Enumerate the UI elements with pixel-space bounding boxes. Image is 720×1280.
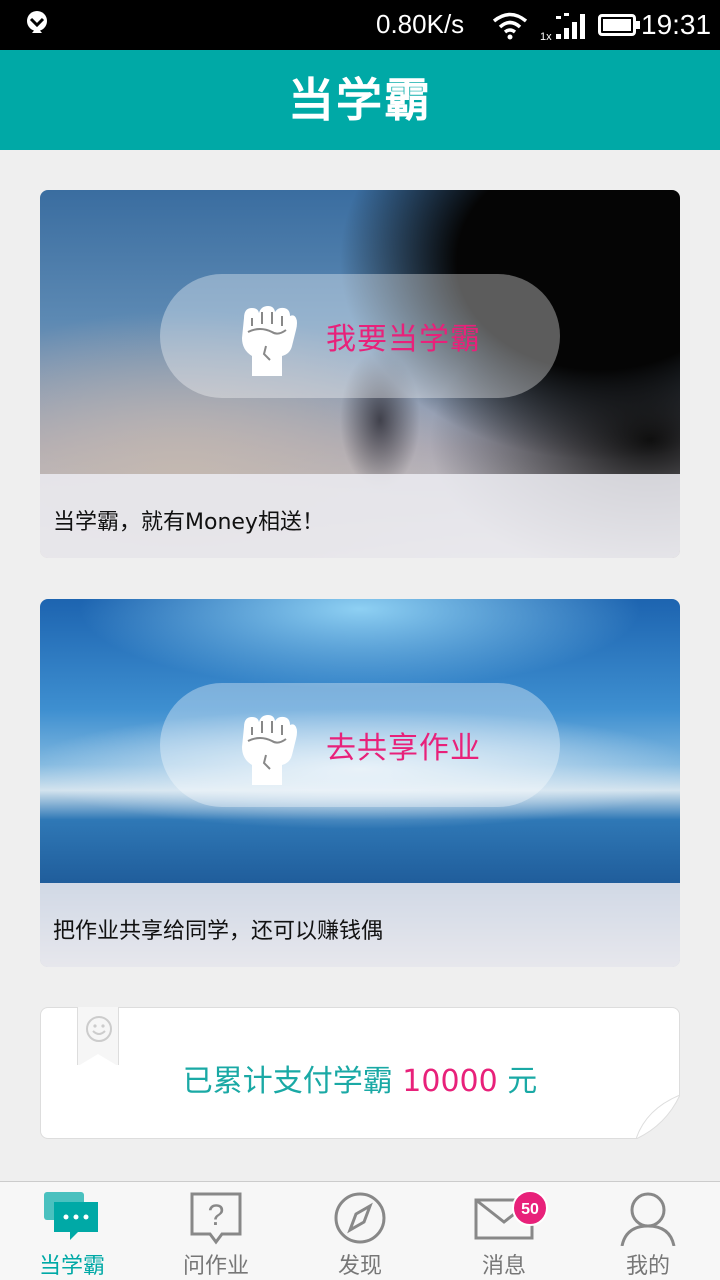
share-homework-button[interactable]: 去共享作业 xyxy=(160,683,560,807)
become-top-student-button[interactable]: 我要当学霸 xyxy=(160,274,560,398)
bottom-tab-bar: 当学霸 ? 问作业 发现 消息 50 我的 xyxy=(0,1181,720,1280)
chat-bubble-icon xyxy=(44,1192,98,1240)
compass-icon xyxy=(334,1192,386,1244)
battery-icon xyxy=(598,14,640,36)
page-title: 当学霸 xyxy=(288,73,432,127)
user-icon xyxy=(620,1192,676,1246)
become-top-student-label: 我要当学霸 xyxy=(326,322,481,357)
tab-label: 问作业 xyxy=(182,1254,249,1279)
tab-label: 消息 xyxy=(481,1254,526,1279)
card-caption: 当学霸，就有Money相送！ xyxy=(40,474,680,558)
svg-text:1x: 1x xyxy=(540,31,552,42)
payout-stats-card: 已累计支付学霸 10000 元 xyxy=(40,1007,680,1139)
payout-suffix: 元 xyxy=(507,1064,538,1099)
card-caption: 把作业共享给同学，还可以赚钱偶 xyxy=(40,883,680,967)
net-speed: 0.80K/s xyxy=(376,9,465,39)
question-bubble-icon: ? xyxy=(190,1192,242,1245)
page-curl-icon xyxy=(636,1095,680,1139)
card-caption-text: 把作业共享给同学，还可以赚钱偶 xyxy=(53,919,384,944)
app-notification-icon xyxy=(27,11,47,33)
app-header: 当学霸 xyxy=(0,50,720,150)
share-homework-label: 去共享作业 xyxy=(326,731,481,766)
smiley-icon xyxy=(86,1016,112,1042)
tab-label: 我的 xyxy=(625,1254,670,1279)
fist-icon xyxy=(242,715,297,785)
tab-ask-homework[interactable]: ? 问作业 xyxy=(144,1182,288,1280)
tab-top-student[interactable]: 当学霸 xyxy=(0,1182,144,1280)
wifi-icon xyxy=(492,12,528,40)
svg-text:?: ? xyxy=(208,1199,225,1232)
tab-messages[interactable]: 消息 xyxy=(432,1182,576,1280)
tab-discover[interactable]: 发现 xyxy=(288,1182,432,1280)
card-caption-text: 当学霸，就有Money相送！ xyxy=(53,510,324,535)
tab-label: 发现 xyxy=(337,1254,382,1279)
tab-mine[interactable]: 我的 xyxy=(576,1182,720,1280)
tab-label: 当学霸 xyxy=(38,1254,105,1279)
status-bar: 0.80K/s 1x 19:31 xyxy=(0,0,720,50)
payout-amount: 10000 xyxy=(402,1064,498,1099)
payout-stats-text: 已累计支付学霸 10000 元 xyxy=(41,1056,679,1100)
payout-prefix: 已累计支付学霸 xyxy=(182,1064,393,1099)
unread-badge: 50 xyxy=(512,1190,548,1226)
share-homework-card[interactable]: 去共享作业 把作业共享给同学，还可以赚钱偶 xyxy=(40,599,680,967)
signal-icon: 1x xyxy=(540,13,585,42)
fist-icon xyxy=(242,306,297,376)
clock: 19:31 xyxy=(641,9,712,40)
become-top-student-card[interactable]: 我要当学霸 当学霸，就有Money相送！ xyxy=(40,190,680,558)
